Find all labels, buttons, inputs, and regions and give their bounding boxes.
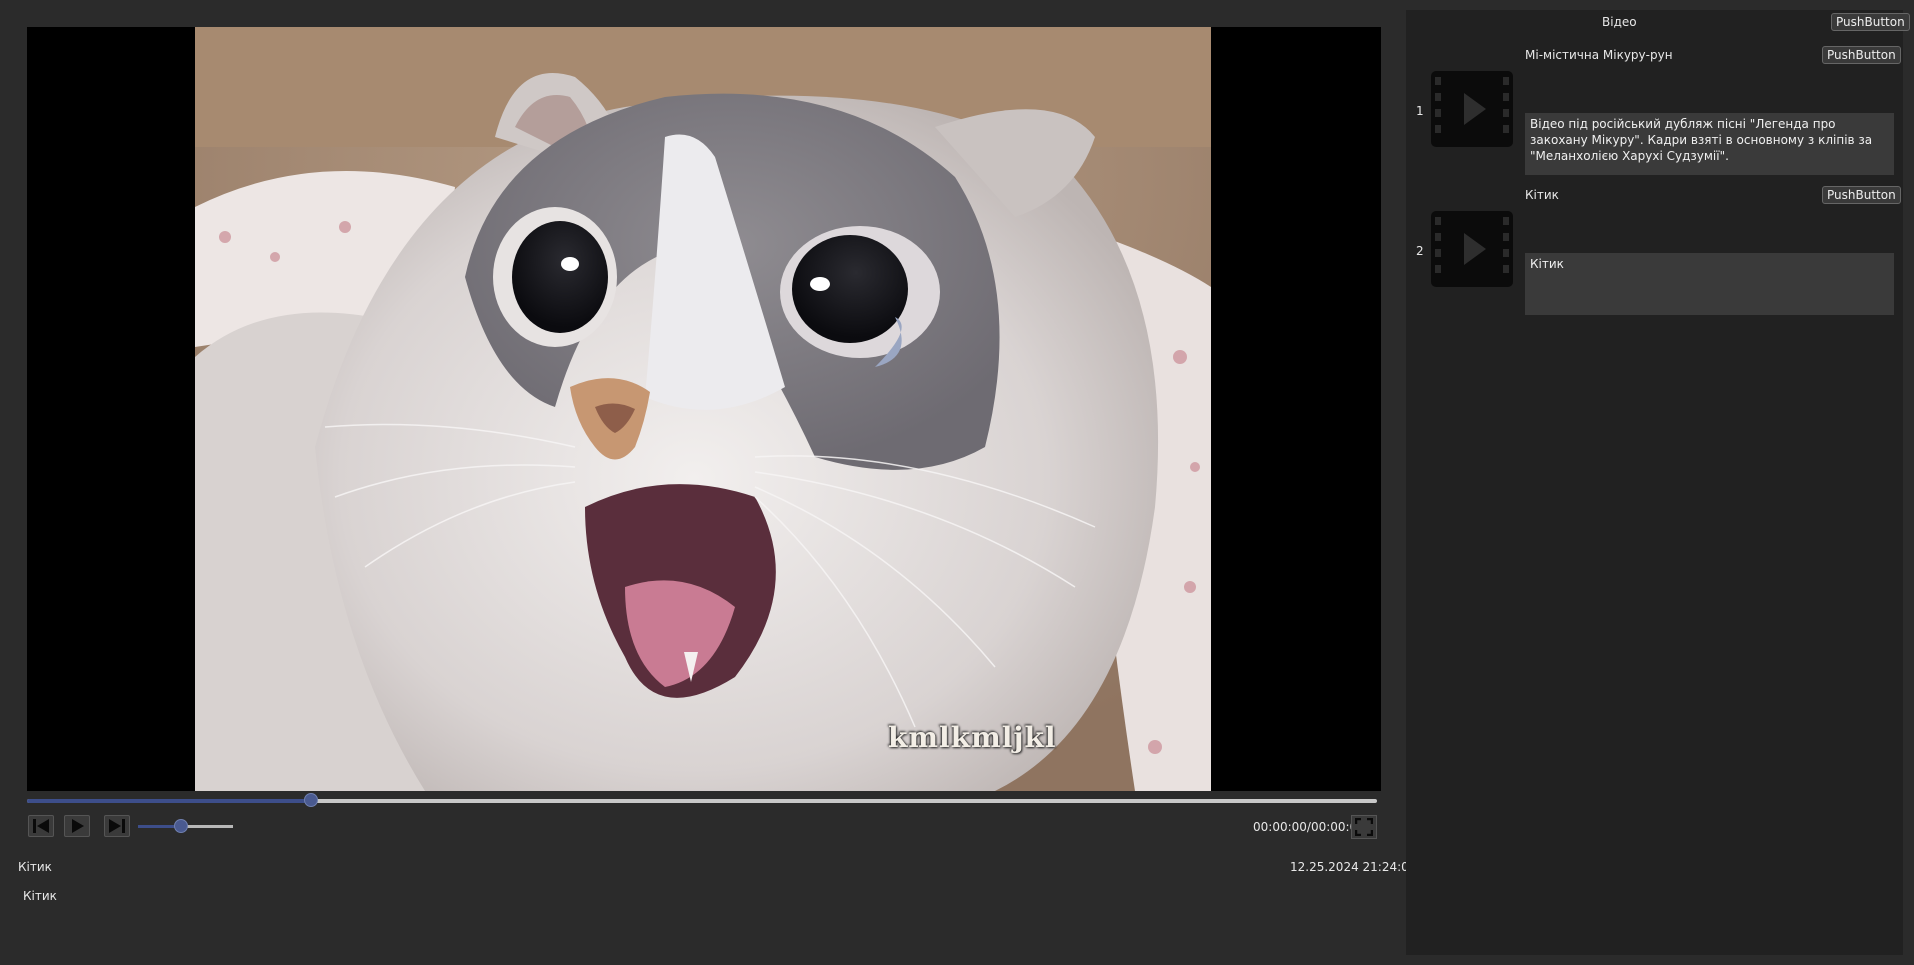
volume-slider-handle[interactable] — [173, 819, 188, 833]
list-item-title: Кітик — [1525, 188, 1559, 202]
film-play-icon — [1431, 211, 1513, 287]
video-date: 12.25.2024 21:24:07 — [1290, 860, 1417, 874]
seek-slider-fill — [27, 799, 311, 803]
list-item-index: 2 — [1416, 244, 1424, 258]
list-item-index: 1 — [1416, 104, 1424, 118]
list-item-description: Кітик — [1525, 253, 1894, 315]
video-display[interactable]: kmlkmljkl — [27, 27, 1381, 791]
video-frame: kmlkmljkl — [195, 27, 1211, 791]
list-item[interactable]: 1 Мі-містична Мікуру-рун PushButton Віде… — [1406, 45, 1903, 180]
next-button[interactable] — [104, 815, 130, 837]
list-item-push-button[interactable]: PushButton — [1822, 46, 1901, 64]
video-thumbnail[interactable] — [1431, 71, 1513, 147]
film-play-icon — [1431, 71, 1513, 147]
previous-button[interactable] — [28, 815, 54, 837]
list-item[interactable]: 2 Кітик PushButton Кітик — [1406, 185, 1903, 320]
volume-slider[interactable] — [138, 819, 233, 833]
timecode-label: 00:00:00/00:00:03 — [1253, 820, 1365, 834]
seek-slider-handle[interactable] — [303, 793, 318, 807]
play-icon — [72, 819, 84, 833]
fullscreen-button[interactable] — [1351, 815, 1377, 839]
video-title: Кітик — [18, 860, 52, 874]
video-description: Кітик — [23, 889, 57, 903]
cat-image — [195, 27, 1211, 791]
list-item-push-button[interactable]: PushButton — [1822, 186, 1901, 204]
fullscreen-icon — [1355, 818, 1373, 836]
list-item-description: Відео під російський дубляж пісні "Леген… — [1525, 113, 1894, 175]
video-list-title: Відео — [1602, 15, 1637, 29]
play-button[interactable] — [64, 815, 90, 837]
video-thumbnail[interactable] — [1431, 211, 1513, 287]
header-push-button[interactable]: PushButton — [1831, 13, 1910, 31]
video-watermark: kmlkmljkl — [888, 721, 1057, 754]
seek-slider[interactable] — [27, 793, 1377, 807]
list-item-title: Мі-містична Мікуру-рун — [1525, 48, 1673, 62]
skip-back-icon — [33, 819, 49, 833]
skip-forward-icon — [109, 819, 125, 833]
